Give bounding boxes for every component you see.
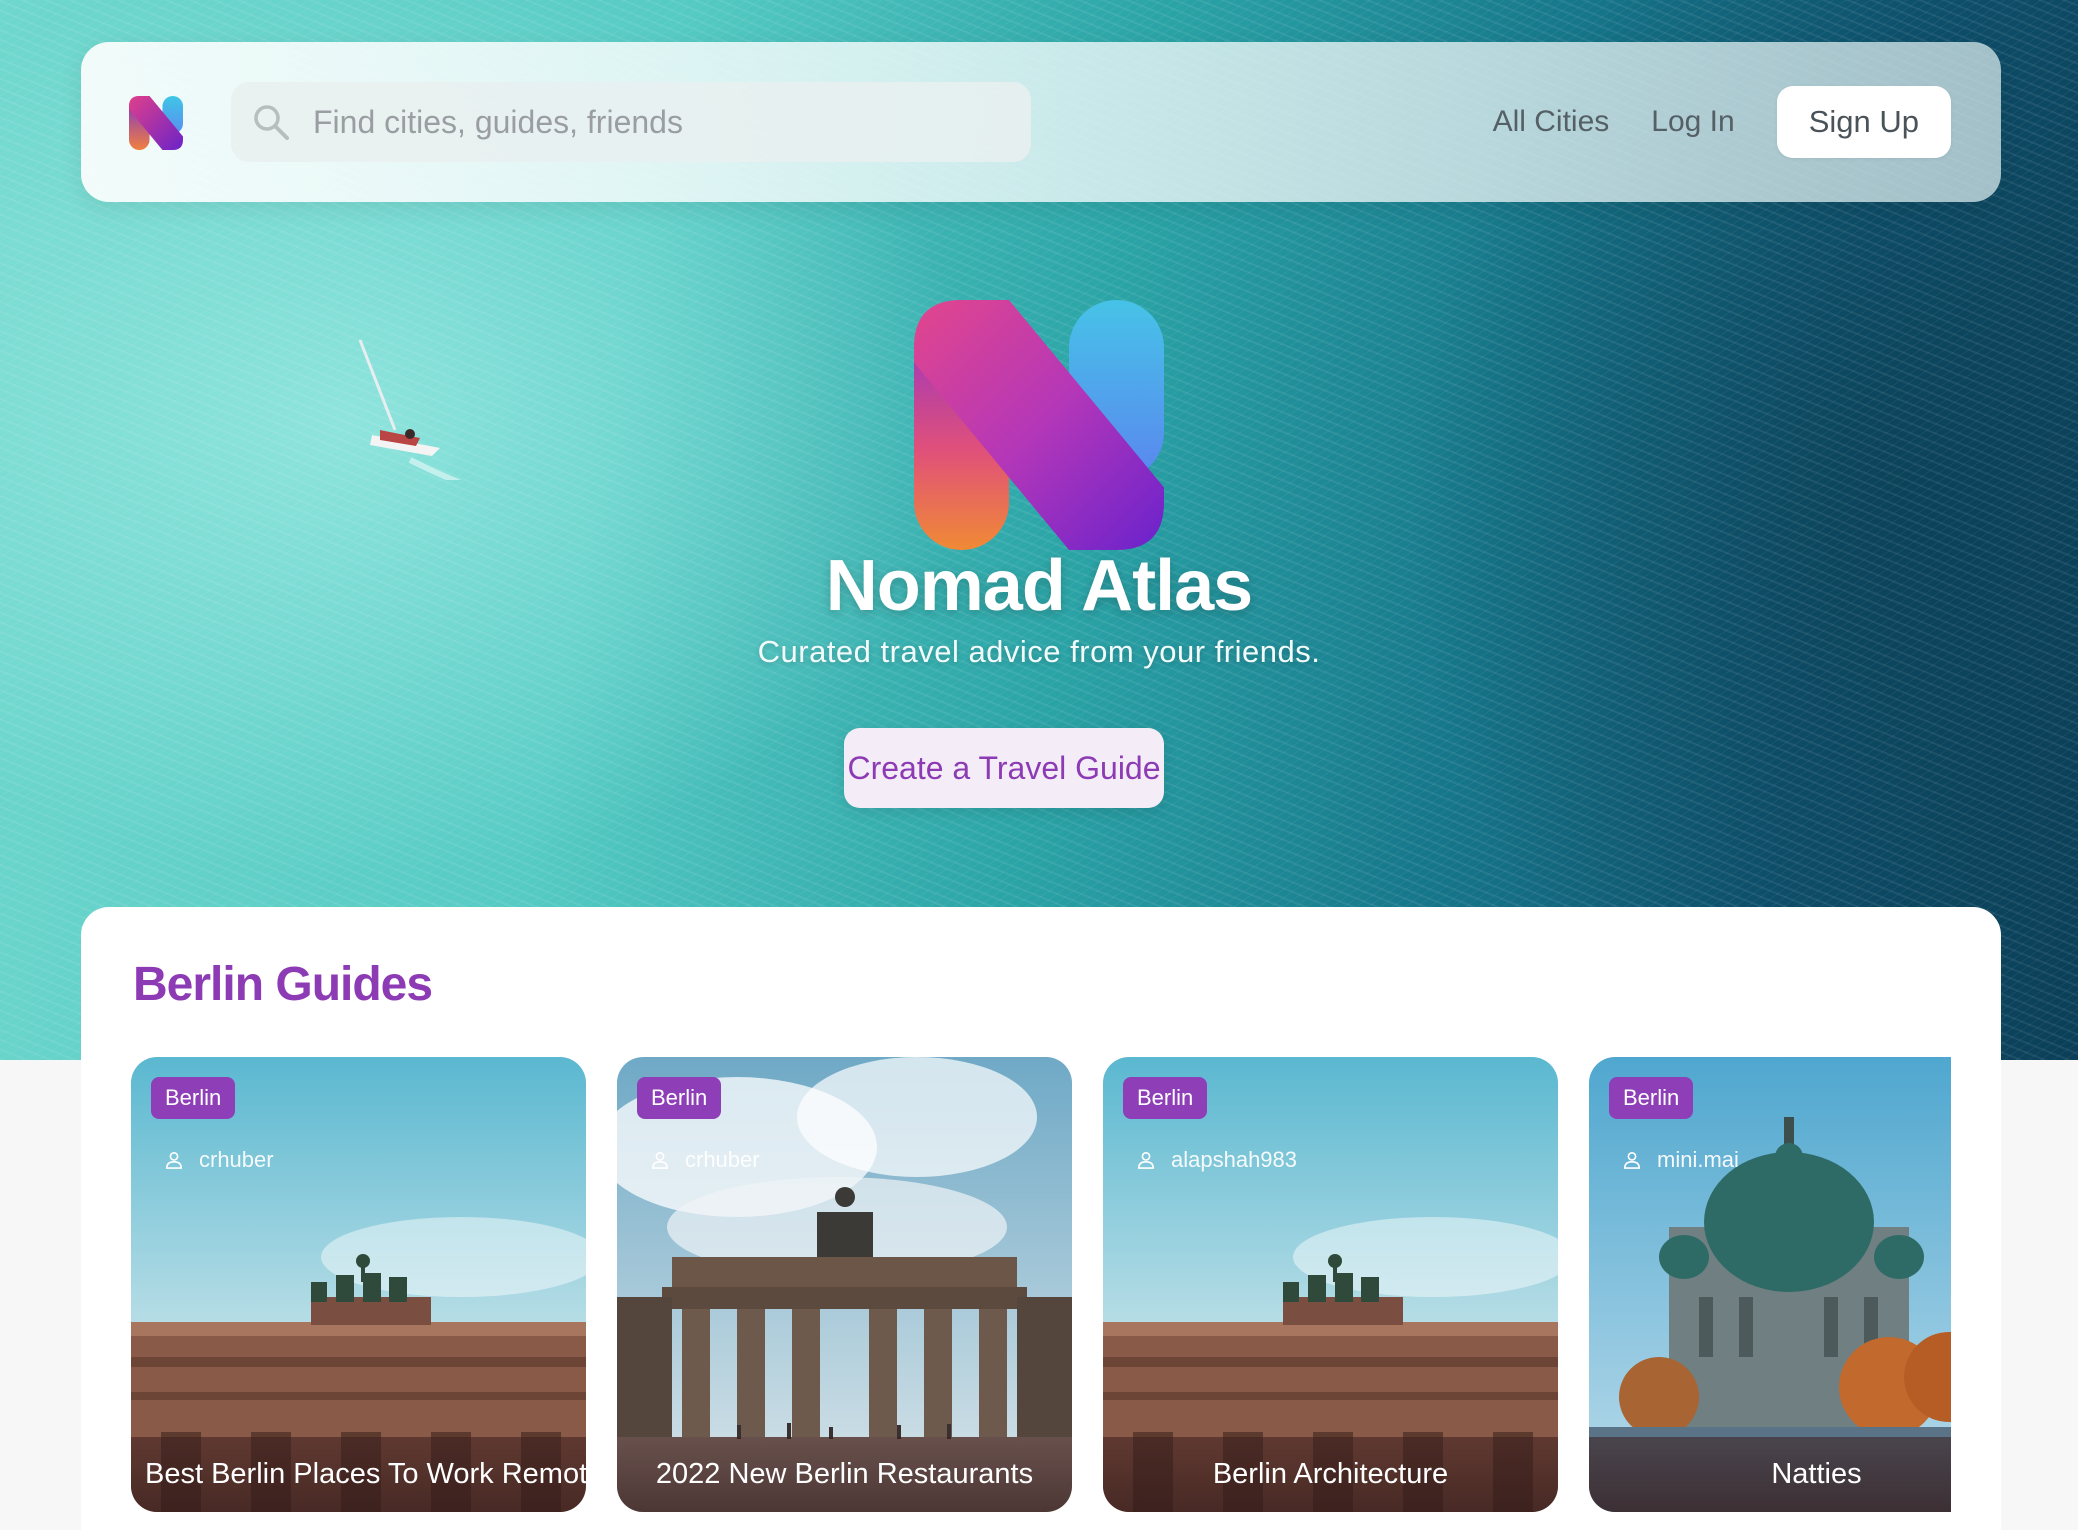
city-tag[interactable]: Berlin bbox=[1609, 1077, 1694, 1119]
guide-card[interactable]: Berlin alapshah983 Berlin Architecture bbox=[1103, 1057, 1558, 1512]
guide-card[interactable]: Berlin mini.mai Natties bbox=[1589, 1057, 1951, 1512]
guide-card-title: 2022 New Berlin Restaurants bbox=[617, 1437, 1072, 1512]
guide-card-title: Natties bbox=[1589, 1437, 1951, 1512]
guide-card[interactable]: Berlin crhuber Best Berlin Places To Wor… bbox=[131, 1057, 586, 1512]
guide-card[interactable]: Berlin crhuber 2022 New Berlin Restauran… bbox=[617, 1057, 1072, 1512]
sign-up-button[interactable]: Sign Up bbox=[1776, 86, 1951, 158]
user-icon bbox=[651, 1151, 669, 1169]
brand-title: Nomad Atlas bbox=[825, 546, 1253, 626]
author-name: mini.mai bbox=[1657, 1147, 1739, 1172]
search-input[interactable] bbox=[313, 103, 993, 141]
nav-links: All Cities Log In Sign Up bbox=[1493, 86, 1951, 158]
nomad-atlas-logo-icon[interactable] bbox=[129, 96, 183, 150]
all-cities-link[interactable]: All Cities bbox=[1493, 105, 1610, 139]
user-icon bbox=[1623, 1151, 1641, 1169]
brand-tagline: Curated travel advice from your friends. bbox=[757, 634, 1321, 669]
author-name: alapshah983 bbox=[1171, 1147, 1298, 1172]
sailboat-image bbox=[358, 339, 462, 480]
nomad-atlas-hero-logo-icon bbox=[914, 300, 1164, 550]
author-byline[interactable]: crhuber bbox=[651, 1147, 760, 1173]
author-name: crhuber bbox=[199, 1147, 274, 1172]
user-icon bbox=[165, 1151, 183, 1169]
user-icon bbox=[1137, 1151, 1155, 1169]
search-icon bbox=[254, 105, 289, 140]
top-navbar: All Cities Log In Sign Up bbox=[81, 42, 2001, 202]
log-in-link[interactable]: Log In bbox=[1651, 105, 1734, 139]
guide-card-title: Best Berlin Places To Work Remotely bbox=[131, 1437, 586, 1512]
author-byline[interactable]: alapshah983 bbox=[1137, 1147, 1297, 1173]
guides-panel: Berlin Guides Berlin crhuber Best Berlin… bbox=[81, 907, 2001, 1530]
author-name: crhuber bbox=[685, 1147, 760, 1172]
search-bar[interactable] bbox=[231, 82, 1031, 162]
city-tag[interactable]: Berlin bbox=[637, 1077, 722, 1119]
city-tag[interactable]: Berlin bbox=[1123, 1077, 1208, 1119]
city-tag[interactable]: Berlin bbox=[151, 1077, 236, 1119]
author-byline[interactable]: crhuber bbox=[165, 1147, 274, 1173]
author-byline[interactable]: mini.mai bbox=[1623, 1147, 1739, 1173]
create-travel-guide-button[interactable]: Create a Travel Guide bbox=[844, 728, 1164, 808]
guide-cards-row: Berlin crhuber Best Berlin Places To Wor… bbox=[131, 1057, 1951, 1512]
guide-card-title: Berlin Architecture bbox=[1103, 1437, 1558, 1512]
guides-section-title: Berlin Guides bbox=[133, 958, 433, 1011]
